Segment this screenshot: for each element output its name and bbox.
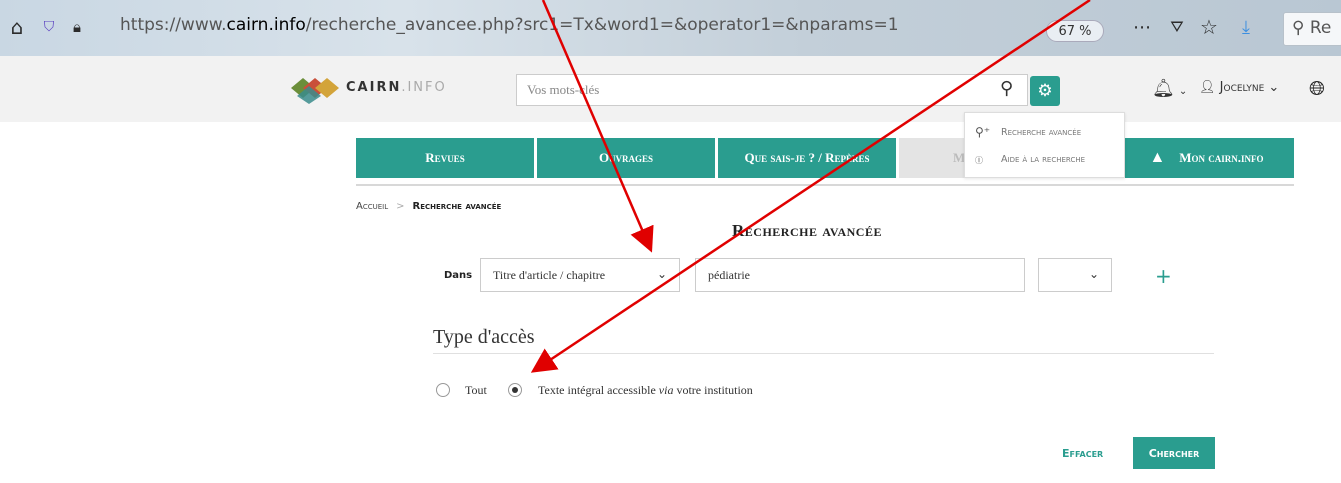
annotation-arrow-field	[541, 0, 654, 253]
annotation-arrow-radio	[530, 0, 1091, 373]
annotation-arrows	[530, 0, 1091, 373]
